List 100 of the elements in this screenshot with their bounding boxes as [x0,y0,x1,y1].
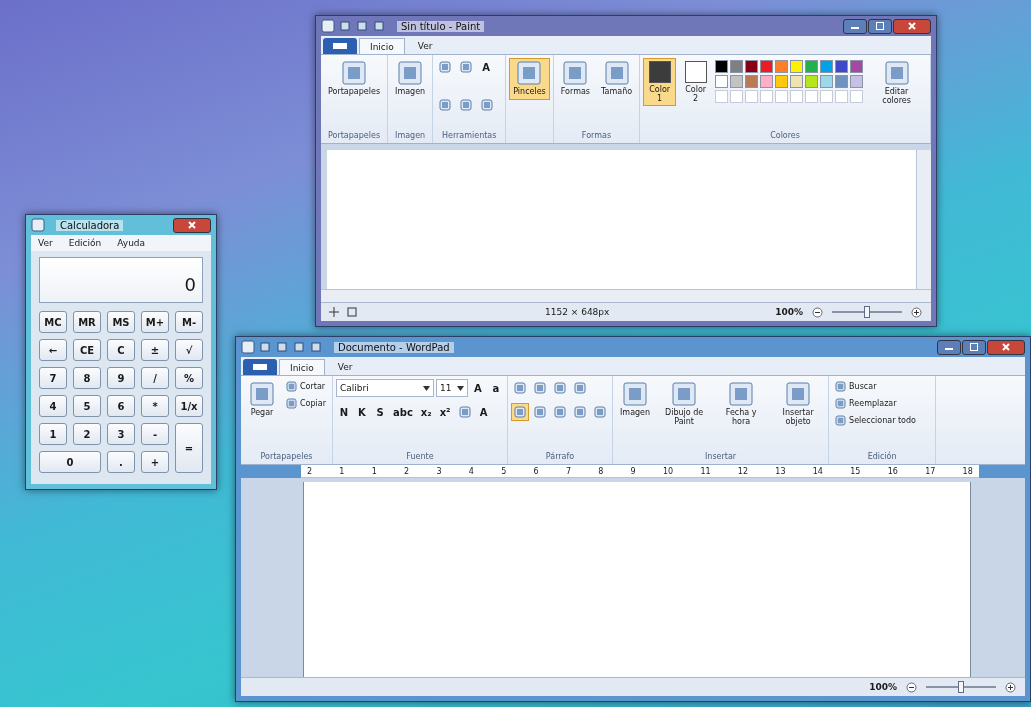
group-label: Insertar [704,452,737,461]
ruler-number: 13 [775,466,786,476]
ribbon-button[interactable]: Pegar [244,379,280,421]
color-button[interactable]: Color 1 [643,58,677,106]
calculator-key[interactable]: 0 [39,451,101,473]
group-label: Párrafo [545,452,575,461]
ruler-number: 5 [501,466,507,476]
group-label: Portapapeles [260,452,313,461]
menu-item[interactable]: Ayuda [116,237,147,249]
format-button[interactable]: x₂ [417,403,435,421]
ribbon-button[interactable]: Insertar objeto [771,379,826,430]
calculator-key[interactable]: 6 [107,395,135,417]
ruler-number: 2 [307,466,313,476]
calculator-key[interactable]: C [107,339,135,361]
window-title: Documento - WordPad [334,341,454,353]
calculator-key[interactable]: ± [141,339,169,361]
format-button[interactable]: A [470,379,486,397]
calculator-key[interactable]: 8 [73,367,101,389]
ruler-number: 8 [598,466,604,476]
tab[interactable]: Inicio [359,38,405,54]
format-button[interactable]: A [475,403,492,421]
format-button[interactable]: K [354,403,370,421]
ribbon-button[interactable]: Formas [556,58,594,100]
format-button[interactable]: A [478,58,495,76]
calculator-key[interactable]: - [141,423,169,445]
calculator-key[interactable]: = [175,423,203,473]
tab[interactable]: Inicio [279,359,325,375]
calculator-display: 0 [39,257,203,303]
ruler-number: 6 [533,466,539,476]
group-label: Portapapeles [328,131,381,140]
calculator-key[interactable]: + [141,451,169,473]
ruler-number: 10 [662,466,674,476]
ribbon-button[interactable]: Imagen [391,58,430,100]
tab[interactable]: Ver [406,38,444,54]
ribbon-button[interactable]: Fecha y hora [714,379,769,430]
calculator-key[interactable]: √ [175,339,203,361]
group-label: Edición [867,452,897,461]
calculator-key[interactable]: * [141,395,169,417]
group-label: Fuente [406,452,434,461]
ruler-number: 4 [468,466,474,476]
calculator-key[interactable]: 3 [107,423,135,445]
dropdown-field[interactable]: 11 [436,379,468,397]
tab[interactable]: Ver [326,359,364,375]
format-button[interactable]: N [336,403,352,421]
window-title: Calculadora [56,219,124,231]
ruler-number: 16 [887,466,898,476]
format-button[interactable]: S [372,403,388,421]
ruler-number: 1 [339,466,345,476]
calculator-key[interactable]: M+ [141,311,169,333]
group-label: Formas [581,131,612,140]
ribbon-button[interactable]: Editar colores [866,58,927,109]
ribbon-button[interactable]: Cortar [283,379,329,394]
ribbon-button[interactable]: Tamaño [597,58,637,100]
calculator-key[interactable]: 2 [73,423,101,445]
format-button[interactable]: abc [390,403,416,421]
calculator-key[interactable]: / [141,367,169,389]
ruler-number: 2 [404,466,410,476]
calculator-key[interactable]: CE [73,339,101,361]
ribbon-button[interactable]: Seleccionar todo [832,413,919,428]
calculator-key[interactable]: ← [39,339,67,361]
ruler-number: 3 [436,466,442,476]
menu-item[interactable]: Edición [67,237,103,249]
ruler-number: 9 [630,466,636,476]
calculator-key[interactable]: 1/x [175,395,203,417]
calculator-key[interactable]: 7 [39,367,67,389]
format-button[interactable]: x² [436,403,454,421]
ribbon-button[interactable]: Reemplazar [832,396,919,411]
image-size: 1152 × 648px [545,307,610,317]
color-button[interactable]: Color 2 [679,58,713,106]
group-label: Colores [770,131,800,140]
calculator-key[interactable]: MS [107,311,135,333]
calculator-key[interactable]: 1 [39,423,67,445]
ribbon-button[interactable]: Copiar [283,396,329,411]
ribbon-button[interactable]: Imagen [616,379,655,421]
group-label: Imagen [395,131,426,140]
ruler-number: 15 [850,466,861,476]
ribbon-button[interactable]: Portapapeles [324,58,385,100]
calculator-key[interactable]: M- [175,311,203,333]
calculator-key[interactable]: . [107,451,135,473]
ruler-number: 17 [925,466,936,476]
ruler-number: 14 [812,466,823,476]
ruler-number: 7 [565,466,571,476]
calculator-key[interactable]: MR [73,311,101,333]
menu-item[interactable]: Ver [37,237,54,249]
ribbon-button[interactable]: Dibujo de Paint [657,379,712,430]
ribbon-button[interactable]: Pinceles [509,58,550,100]
window-title: Sin título - Paint [397,20,485,32]
ruler-number: 18 [962,466,973,476]
ruler-number: 11 [700,466,711,476]
calculator-key[interactable]: 5 [73,395,101,417]
calculator-key[interactable]: % [175,367,203,389]
calculator-key[interactable]: 9 [107,367,135,389]
dropdown-field[interactable]: Calibri [336,379,434,397]
calculator-key[interactable]: 4 [39,395,67,417]
ribbon-button[interactable]: Buscar [832,379,919,394]
zoom-level: 100% [869,682,897,692]
format-button[interactable]: a [488,379,504,397]
ruler-number: 12 [737,466,749,476]
calculator-key[interactable]: MC [39,311,67,333]
group-label: Herramientas [441,131,497,140]
